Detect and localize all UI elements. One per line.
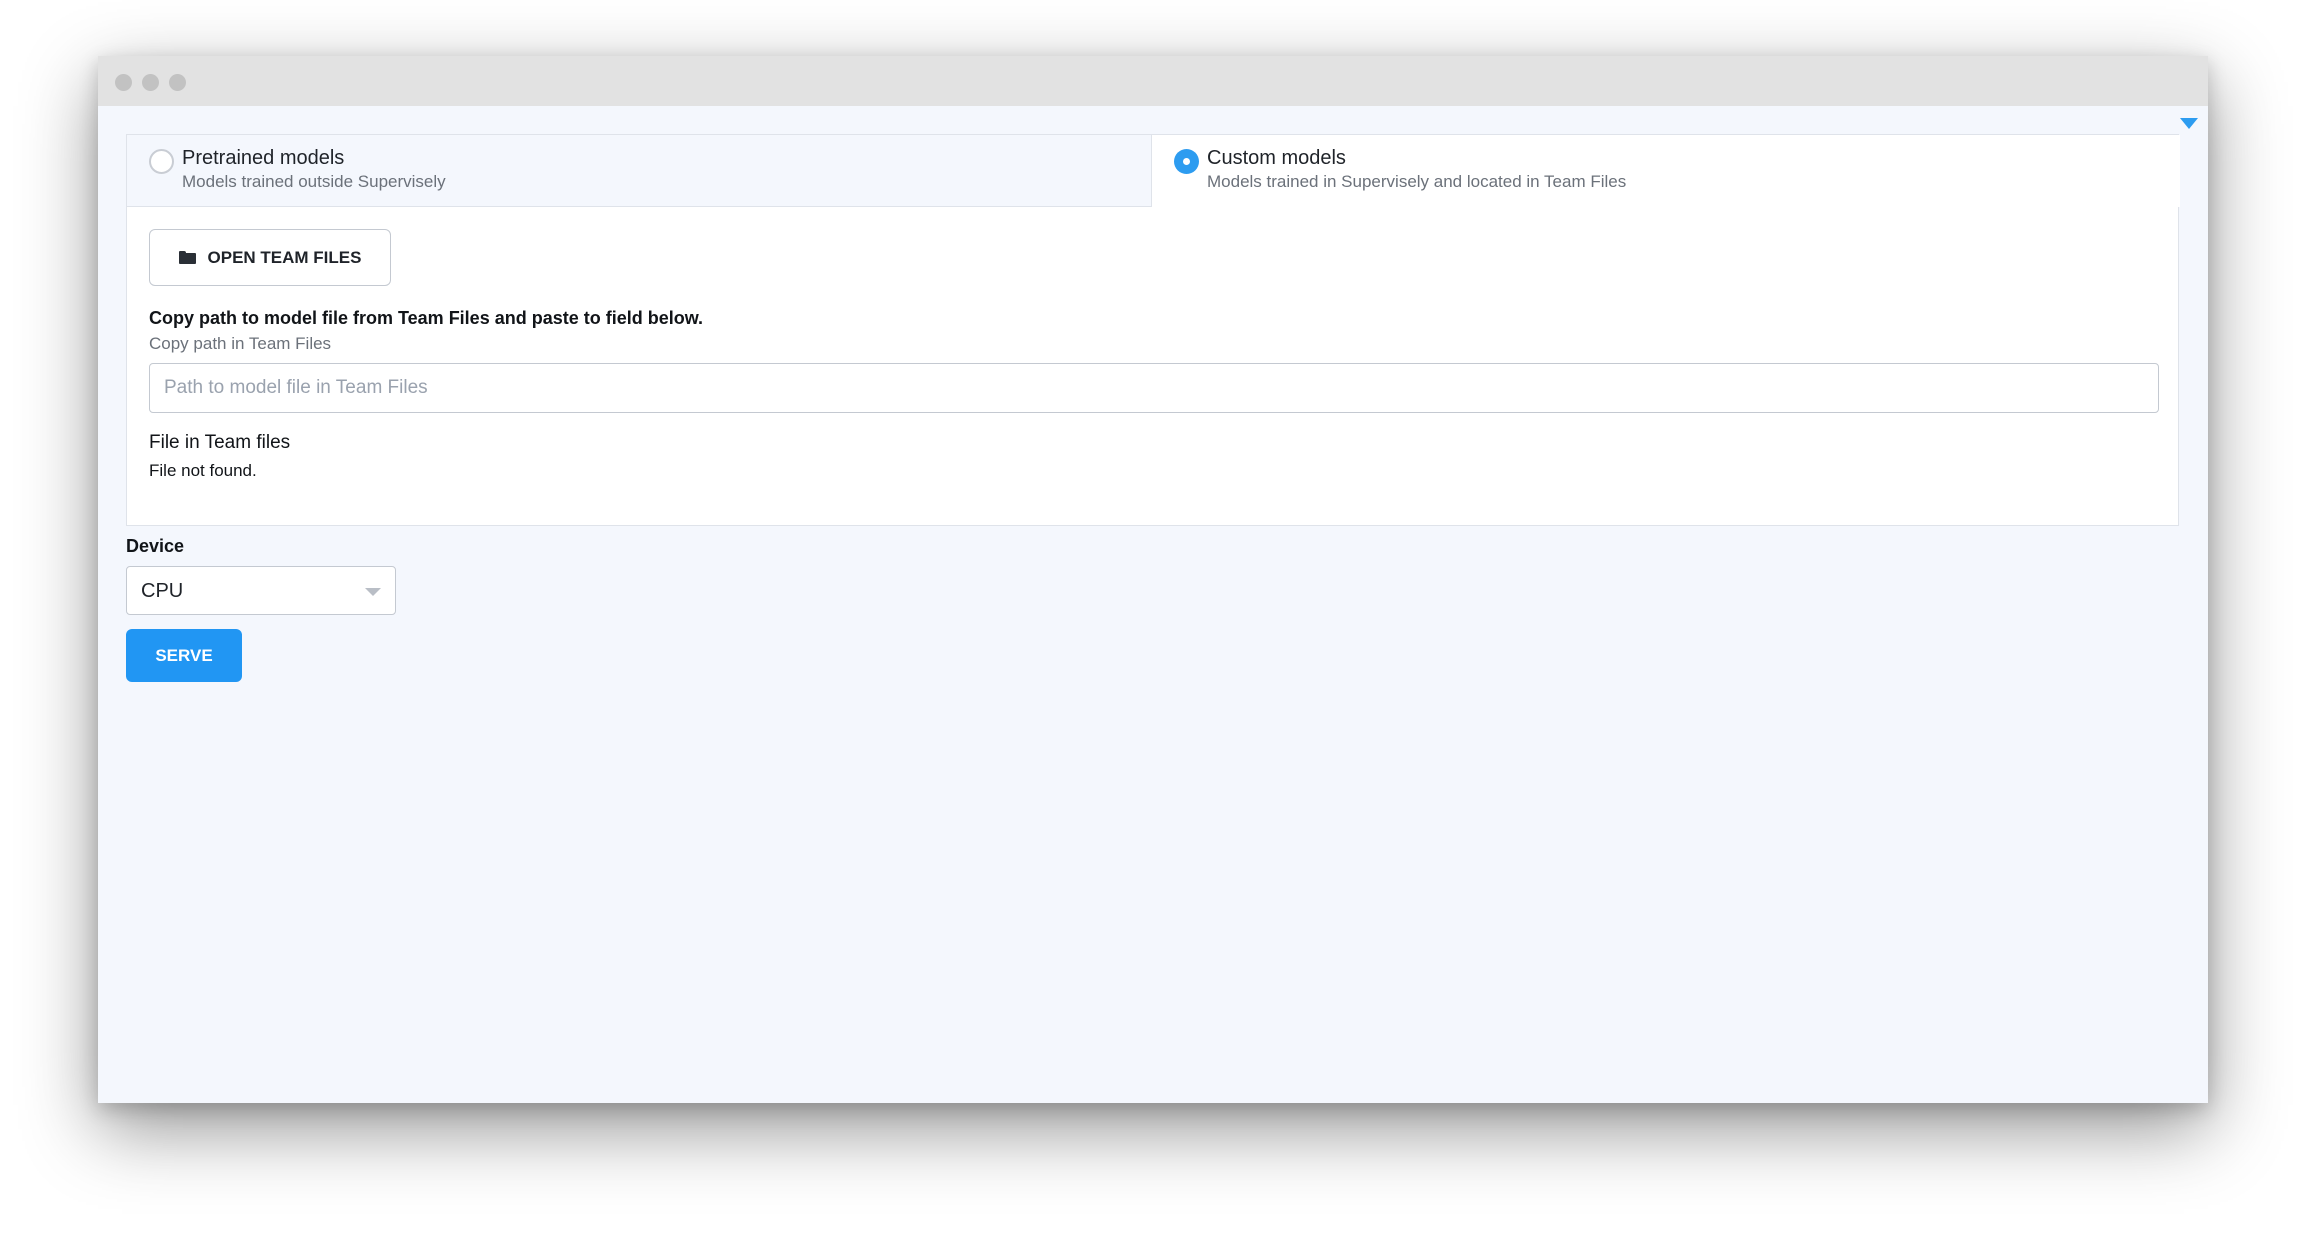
pretrained-title: Pretrained models (182, 147, 345, 169)
window-close-dot[interactable] (115, 74, 132, 91)
window-titlebar (98, 56, 2208, 106)
window-maximize-dot[interactable] (169, 74, 186, 91)
file-in-team-files-label: File in Team files (149, 432, 291, 453)
model-source-card: Pretrained models Models trained outside… (126, 134, 2180, 526)
open-team-files-label: OPEN TEAM FILES (207, 247, 362, 267)
open-team-files-button[interactable]: OPEN TEAM FILES (149, 229, 391, 286)
device-selected-value: CPU (141, 580, 184, 602)
window-minimize-dot[interactable] (142, 74, 159, 91)
app-window: Pretrained models Models trained outside… (98, 56, 2208, 1103)
custom-title: Custom models (1207, 147, 1346, 169)
pretrained-subtitle: Models trained outside Supervisely (182, 172, 446, 191)
folder-icon (178, 251, 196, 264)
tab-custom-models[interactable]: Custom models Models trained in Supervis… (1152, 135, 2180, 207)
file-status-text: File not found. (149, 461, 257, 480)
path-instruction-sub: Copy path in Team Files (149, 334, 332, 353)
device-label: Device (126, 536, 185, 556)
model-source-tabs: Pretrained models Models trained outside… (127, 135, 2180, 207)
device-select[interactable]: CPU (126, 566, 396, 615)
collapse-triangle-icon[interactable] (2180, 118, 2198, 129)
custom-radio[interactable] (1174, 149, 1199, 174)
path-instruction: Copy path to model file from Team Files … (149, 308, 704, 328)
custom-subtitle: Models trained in Supervisely and locate… (1207, 172, 1627, 191)
pretrained-radio[interactable] (149, 149, 174, 174)
serve-button[interactable]: SERVE (126, 629, 242, 682)
chevron-down-icon (365, 588, 381, 596)
model-path-input[interactable] (149, 363, 2159, 413)
tab-pretrained-models[interactable]: Pretrained models Models trained outside… (127, 135, 1152, 207)
